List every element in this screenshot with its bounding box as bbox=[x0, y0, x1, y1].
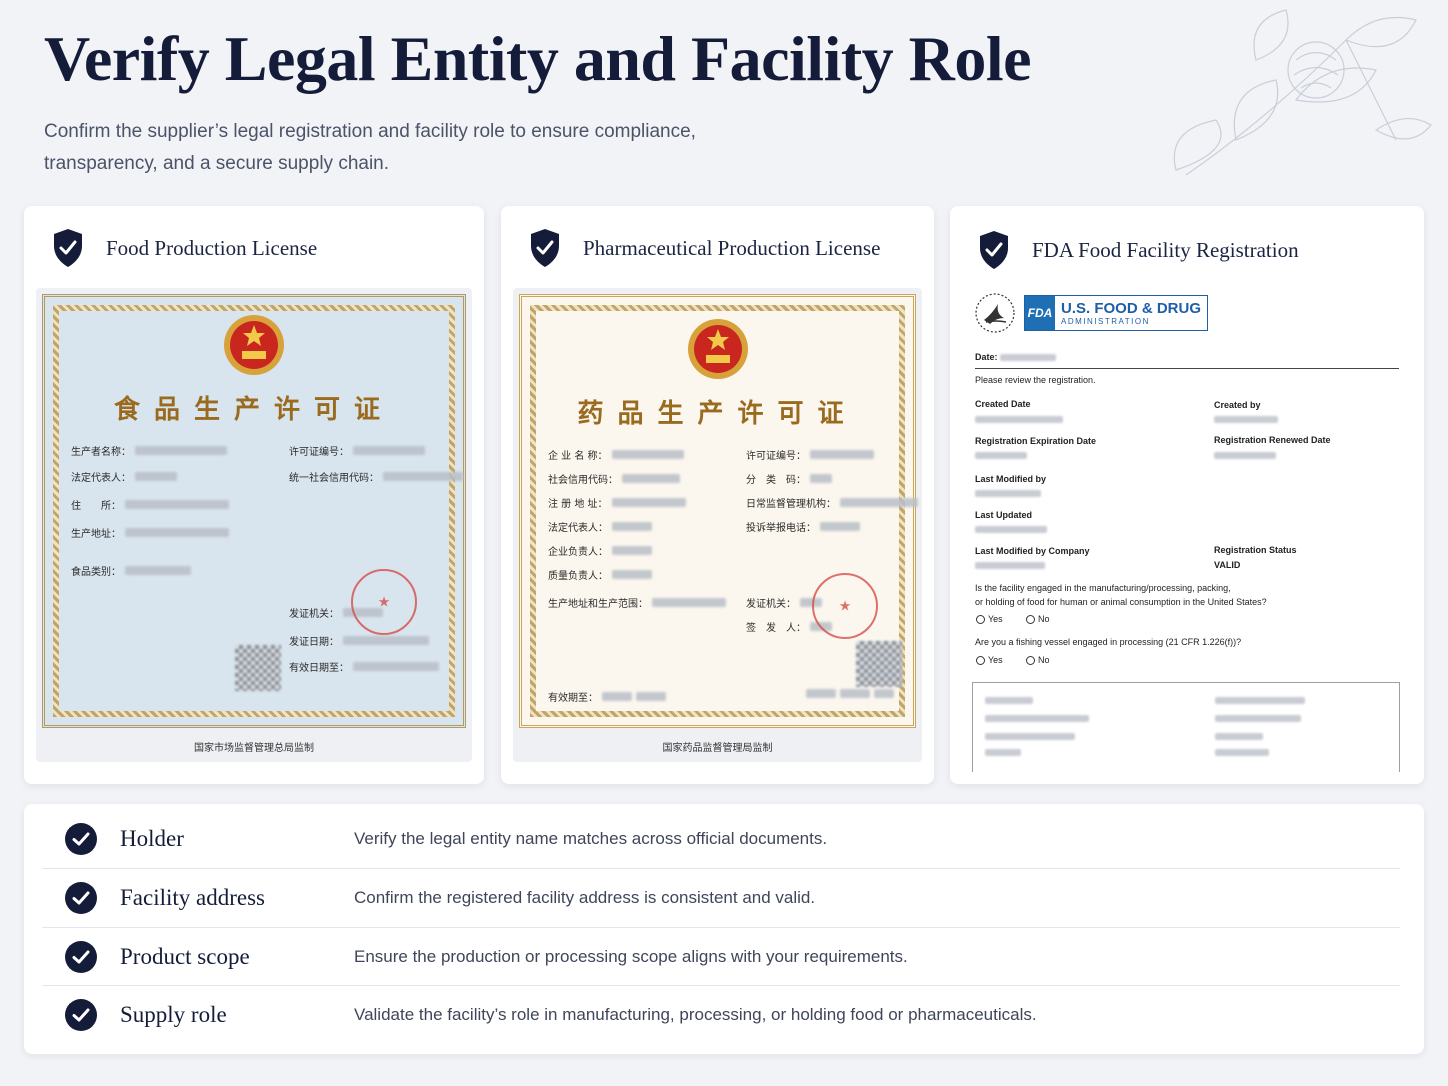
doc-field: 许可证编号： bbox=[289, 443, 425, 458]
doc-field: 统一社会信用代码： bbox=[289, 469, 463, 484]
page-title: Verify Legal Entity and Facility Role bbox=[44, 23, 1032, 94]
page-subtitle: Confirm the supplier’s legal registratio… bbox=[44, 121, 696, 174]
q2-yes-radio[interactable]: Yes bbox=[976, 655, 1003, 665]
q1-yes-radio[interactable]: Yes bbox=[976, 614, 1003, 624]
checklist-description: Verify the legal entity name matches acr… bbox=[354, 829, 828, 848]
issuer-note: 国家药品监督管理局监制 bbox=[662, 743, 773, 754]
renewed-date-label: Registration Renewed Date bbox=[1214, 435, 1331, 445]
checklist-label: Product scope bbox=[120, 943, 250, 969]
botanical-leaf-illustration bbox=[1173, 9, 1432, 176]
national-emblem-icon bbox=[687, 319, 748, 379]
expiration-date-label: Registration Expiration Date bbox=[975, 436, 1097, 446]
issuer-note: 国家市场监督管理总局监制 bbox=[194, 743, 314, 754]
fda-logo-main: U.S. FOOD & DRUG bbox=[1061, 299, 1202, 317]
doc-field: 投诉举报电话： bbox=[746, 519, 860, 534]
doc-field: 有效日期至： bbox=[289, 659, 439, 674]
check-circle-icon bbox=[65, 940, 97, 973]
certificate-heading: 食品生产许可证 bbox=[113, 395, 394, 425]
food-license-document: 食品生产许可证 生产者名称： 法定代表人： 住 所： 生产地址： 食品类别： 许… bbox=[36, 288, 472, 762]
doc-field: 企业负责人： bbox=[548, 543, 652, 558]
qr-code bbox=[856, 641, 902, 687]
doc-field: 分 类 码： bbox=[746, 471, 832, 486]
certificate-frame: 药品生产许可证 企 业 名 称： 社会信用代码： 注 册 地 址： 法定代表人：… bbox=[519, 294, 918, 728]
question-1-line1: Is the facility engaged in the manufactu… bbox=[975, 583, 1231, 593]
qr-code bbox=[235, 645, 281, 691]
q2-no-radio[interactable]: No bbox=[1026, 655, 1050, 665]
doc-field: 注 册 地 址： bbox=[548, 495, 686, 510]
doc-field: 日常监督管理机构： bbox=[746, 495, 918, 510]
created-by-label: Created by bbox=[1214, 400, 1261, 410]
doc-field: 生产地址和生产范围： bbox=[548, 595, 726, 610]
fda-logo: FDA U.S. FOOD & DRUG ADMINISTRATION bbox=[974, 292, 1209, 334]
fda-registration-card: FDA Food Facility Registration FDA U.S. … bbox=[950, 206, 1424, 784]
last-updated-label: Last Updated bbox=[975, 510, 1033, 520]
check-circle-icon bbox=[65, 998, 97, 1031]
checklist-row-facility-address: Facility address Confirm the registered … bbox=[42, 868, 1400, 926]
hhs-eagle-icon bbox=[975, 293, 1015, 333]
checklist-description: Ensure the production or processing scop… bbox=[354, 946, 908, 966]
doc-field: 企 业 名 称： bbox=[548, 447, 684, 462]
question-1-line2: or holding of food for human or animal c… bbox=[975, 597, 1267, 607]
doc-field: 法定代表人： bbox=[548, 519, 652, 534]
doc-field: 生产者名称： bbox=[71, 443, 227, 458]
doc-field: 有效期至： bbox=[548, 689, 666, 704]
certificate-frame: 食品生产许可证 生产者名称： 法定代表人： 住 所： 生产地址： 食品类别： 许… bbox=[42, 294, 466, 728]
card-header: Pharmaceutical Production License bbox=[529, 228, 880, 268]
checklist-row-holder: Holder Verify the legal entity name matc… bbox=[42, 810, 1400, 868]
fda-details-table bbox=[972, 682, 1400, 772]
checklist-description: Validate the facility’s role in manufact… bbox=[354, 1004, 1037, 1024]
doc-field: 住 所： bbox=[71, 497, 229, 512]
doc-field: 发证机关： bbox=[746, 595, 822, 610]
doc-field: 质量负责人： bbox=[548, 567, 652, 582]
certificate-heading: 药品生产许可证 bbox=[577, 399, 858, 429]
last-modified-company-label: Last Modified by Company bbox=[975, 546, 1090, 556]
doc-field: 法定代表人： bbox=[71, 469, 177, 484]
pharma-license-document: 药品生产许可证 企 业 名 称： 社会信用代码： 注 册 地 址： 法定代表人：… bbox=[513, 288, 922, 762]
doc-field: 发证日期： bbox=[289, 633, 429, 648]
official-seal bbox=[812, 573, 878, 639]
card-header: FDA Food Facility Registration bbox=[978, 230, 1299, 270]
checklist-label: Holder bbox=[120, 826, 184, 851]
created-date-label: Created Date bbox=[975, 399, 1031, 409]
check-circle-icon bbox=[65, 881, 97, 914]
checklist-description: Confirm the registered facility address … bbox=[354, 887, 816, 907]
card-title: Pharmaceutical Production License bbox=[583, 235, 881, 260]
review-note: Please review the registration. bbox=[975, 375, 1096, 385]
checklist-row-supply-role: Supply role Validate the facility’s role… bbox=[42, 985, 1400, 1043]
doc-field: 生产地址： bbox=[71, 525, 229, 540]
card-title: FDA Food Facility Registration bbox=[1032, 237, 1299, 262]
doc-field bbox=[802, 689, 894, 698]
national-emblem-icon bbox=[224, 315, 284, 375]
checklist-label: Supply role bbox=[120, 1001, 227, 1027]
card-header: Food Production License bbox=[52, 228, 317, 268]
doc-field: 许可证编号： bbox=[746, 447, 874, 462]
date-label: Date: bbox=[975, 352, 998, 362]
checklist-label: Facility address bbox=[120, 884, 265, 910]
registration-status-label: Registration Status bbox=[1214, 545, 1297, 555]
check-circle-icon bbox=[65, 823, 97, 855]
food-license-card: Food Production License 食品生产许可证 生产者名称： 法… bbox=[24, 206, 484, 784]
fda-mark: FDA bbox=[1025, 296, 1055, 330]
pharma-license-card: Pharmaceutical Production License 药品生产许可… bbox=[501, 206, 934, 784]
doc-field: 食品类别： bbox=[71, 563, 191, 578]
checklist-row-product-scope: Product scope Ensure the production or p… bbox=[42, 927, 1400, 985]
registration-status-value: VALID bbox=[1214, 560, 1241, 570]
shield-check-icon bbox=[531, 229, 559, 267]
shield-check-icon bbox=[54, 229, 82, 267]
doc-field: 社会信用代码： bbox=[548, 471, 680, 486]
shield-check-icon bbox=[980, 231, 1008, 269]
question-2: Are you a fishing vessel engaged in proc… bbox=[975, 637, 1242, 647]
last-modified-by-label: Last Modified by bbox=[975, 474, 1047, 484]
official-seal bbox=[351, 569, 417, 635]
fda-logo-sub: ADMINISTRATION bbox=[1061, 316, 1150, 326]
card-title: Food Production License bbox=[106, 235, 318, 260]
verification-checklist: Holder Verify the legal entity name matc… bbox=[24, 804, 1424, 1054]
q1-no-radio[interactable]: No bbox=[1026, 614, 1050, 624]
